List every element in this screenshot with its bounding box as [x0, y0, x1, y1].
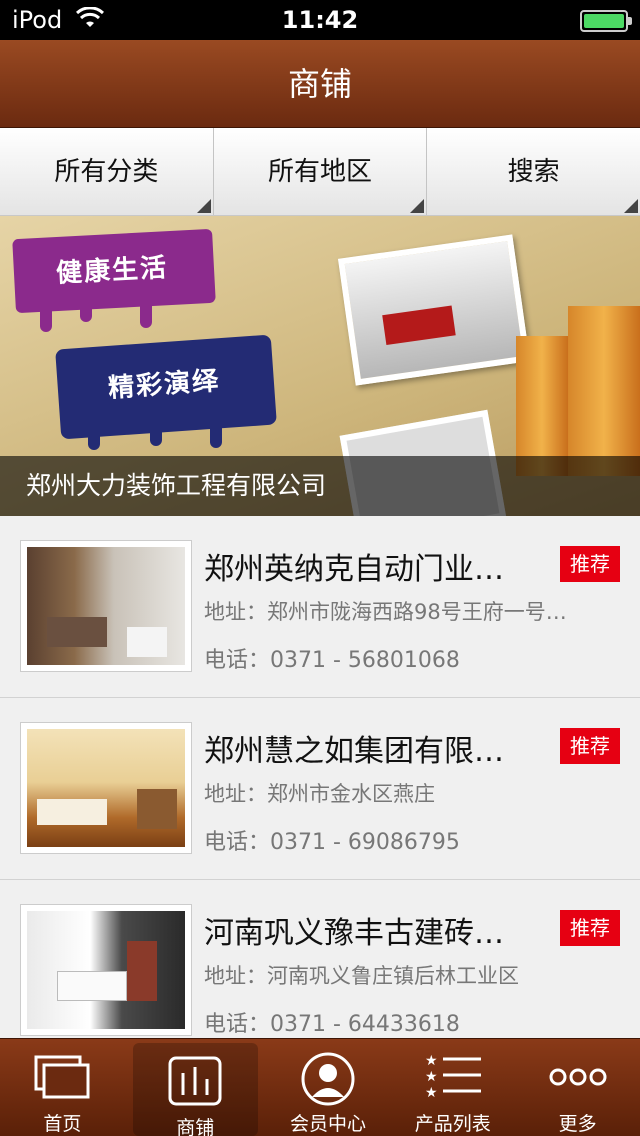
shop-name: 郑州英纳克自动门业… [204, 552, 504, 587]
svg-text:★: ★ [425, 1053, 438, 1069]
tab-label: 更多 [558, 1113, 597, 1135]
paint-drip [210, 418, 222, 448]
tab-bar: 首页 商铺 会员中心 ★ ★ ★ 产品列表 更多 [0, 1038, 640, 1136]
banner-caption: 郑州大力装饰工程有限公司 [0, 456, 640, 516]
featured-banner[interactable]: 健康生活 精彩演绎 郑州大力装饰工程有限公司 [0, 216, 640, 516]
filter-bar: 所有分类 所有地区 搜索 [0, 128, 640, 216]
svg-text:★: ★ [425, 1085, 438, 1101]
paint-drip [40, 296, 52, 332]
building-image [516, 336, 568, 476]
more-icon [548, 1051, 608, 1107]
shop-thumbnail [20, 904, 192, 1036]
status-bar: iPod 11:42 [0, 0, 640, 40]
tab-product-list[interactable]: ★ ★ ★ 产品列表 [390, 1039, 515, 1136]
paint-drip [80, 300, 92, 322]
tab-label: 会员中心 [289, 1113, 366, 1135]
banner-slogan-2: 精彩演绎 [107, 366, 222, 404]
dropdown-corner-icon [196, 199, 211, 213]
shop-icon [167, 1055, 223, 1111]
shop-list: 郑州英纳克自动门业… 推荐 地址：郑州市陇海西路98号王府一号… 电话：0371… [0, 516, 640, 1038]
tab-more[interactable]: 更多 [515, 1039, 640, 1136]
list-item[interactable]: 河南巩义豫丰古建砖… 推荐 地址：河南巩义鲁庄镇后林工业区 电话：0371 - … [0, 880, 640, 1038]
tab-member-center[interactable]: 会员中心 [266, 1039, 391, 1136]
shop-phone: 电话：0371 - 64433618 [204, 1012, 460, 1037]
tab-label: 商铺 [176, 1117, 215, 1136]
tab-home[interactable]: 首页 [0, 1039, 125, 1136]
tab-label: 产品列表 [414, 1113, 491, 1135]
shop-name: 河南巩义豫丰古建砖… [204, 916, 504, 951]
member-icon [300, 1051, 356, 1111]
search-button[interactable]: 搜索 [427, 128, 640, 215]
filter-label: 搜索 [507, 157, 560, 187]
home-icon [32, 1051, 92, 1105]
room-photo [337, 234, 531, 386]
filter-label: 所有地区 [268, 157, 373, 187]
paint-drip [88, 420, 100, 450]
filter-region-button[interactable]: 所有地区 [213, 128, 428, 215]
shop-thumbnail [20, 540, 192, 672]
tab-label: 首页 [43, 1113, 82, 1135]
paint-drip [150, 424, 162, 446]
banner-slogan-1: 健康生活 [55, 253, 169, 289]
page-title: 商铺 [287, 65, 352, 103]
shop-address: 地址：河南巩义鲁庄镇后林工业区 [204, 964, 519, 988]
shop-phone: 电话：0371 - 56801068 [204, 648, 460, 673]
shop-address: 地址：郑州市金水区燕庄 [204, 782, 435, 806]
recommended-badge: 推荐 [560, 910, 620, 946]
shop-address: 地址：郑州市陇海西路98号王府一号… [204, 600, 567, 624]
building-image [568, 306, 640, 476]
shop-phone: 电话：0371 - 69086795 [204, 830, 460, 855]
recommended-badge: 推荐 [560, 728, 620, 764]
paint-drip [140, 298, 152, 328]
list-item[interactable]: 郑州慧之如集团有限… 推荐 地址：郑州市金水区燕庄 电话：0371 - 6908… [0, 698, 640, 880]
dropdown-corner-icon [410, 199, 425, 213]
shop-thumbnail [20, 722, 192, 854]
dropdown-corner-icon [624, 199, 639, 213]
filter-category-button[interactable]: 所有分类 [0, 128, 214, 215]
shop-name: 郑州慧之如集团有限… [204, 734, 504, 769]
svg-text:★: ★ [425, 1069, 438, 1085]
list-item[interactable]: 郑州英纳克自动门业… 推荐 地址：郑州市陇海西路98号王府一号… 电话：0371… [0, 516, 640, 698]
filter-label: 所有分类 [54, 157, 159, 187]
product-list-icon: ★ ★ ★ [423, 1051, 483, 1107]
clock: 11:42 [281, 6, 359, 34]
navigation-bar: 商铺 [0, 40, 640, 128]
tab-shop[interactable]: 商铺 [132, 1043, 258, 1136]
battery-icon [580, 10, 632, 32]
recommended-badge: 推荐 [560, 546, 620, 582]
